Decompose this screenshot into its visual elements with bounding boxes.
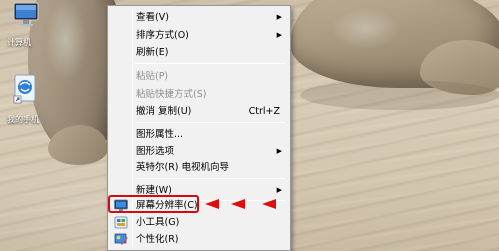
- personalize-icon: [114, 233, 128, 245]
- gadgets-icon: [114, 216, 128, 229]
- menu-item-personalize[interactable]: 个性化(R): [110, 231, 288, 248]
- pointer-arrow-icon: [205, 199, 219, 209]
- menu-item-personalize-label: 个性化(R): [136, 234, 179, 245]
- computer-icon: [13, 2, 39, 26]
- menu-item-paste-label: 粘贴(P): [136, 71, 169, 82]
- menu-item-sort[interactable]: 排序方式(O) ▶: [110, 27, 288, 44]
- highlight-box: [108, 195, 199, 213]
- menu-item-graphics-options-label: 图形选项: [136, 146, 175, 157]
- desktop-context-menu: 查看(V) ▶ 排序方式(O) ▶ 刷新(E) 粘贴(P) 粘贴快捷方式(S) …: [107, 5, 291, 251]
- menu-item-paste-shortcut-label: 粘贴快捷方式(S): [136, 89, 207, 100]
- menu-item-undo-copy-shortcut: Ctrl+Z: [248, 106, 280, 117]
- menu-item-graphics-properties[interactable]: 图形属性...: [110, 126, 288, 143]
- menu-separator: [135, 63, 286, 64]
- menu-item-gadgets[interactable]: 小工具(G): [110, 214, 288, 231]
- submenu-arrow-icon: ▶: [276, 13, 282, 21]
- menu-separator: [135, 178, 286, 179]
- menu-item-view[interactable]: 查看(V) ▶: [110, 9, 288, 26]
- menu-item-intel-tv-wizard-label: 英特尔(R) 电视机向导: [136, 162, 230, 173]
- menu-item-intel-tv-wizard[interactable]: 英特尔(R) 电视机向导: [110, 159, 288, 176]
- menu-item-paste: 粘贴(P): [110, 68, 288, 85]
- sand-shadow: [300, 80, 499, 110]
- menu-item-refresh[interactable]: 刷新(E): [110, 44, 288, 61]
- menu-separator: [135, 122, 286, 123]
- menu-item-gadgets-label: 小工具(G): [136, 217, 180, 228]
- menu-item-paste-shortcut: 粘贴快捷方式(S): [110, 86, 288, 103]
- rock-left-small: [48, 125, 108, 165]
- menu-item-view-label: 查看(V): [136, 12, 169, 23]
- desktop-icon-my-phone-label: 我的手机: [7, 115, 39, 124]
- submenu-arrow-icon: ▶: [276, 147, 282, 155]
- submenu-arrow-icon: ▶: [276, 31, 282, 39]
- menu-item-graphics-options[interactable]: 图形选项 ▶: [110, 143, 288, 160]
- pointer-arrow-icon: [262, 199, 276, 209]
- phone-icon: [13, 74, 36, 104]
- menu-item-undo-copy-label: 撤消 复制(U): [136, 106, 192, 117]
- menu-item-refresh-label: 刷新(E): [136, 47, 169, 58]
- desktop-icon-computer-label: 计算机: [7, 38, 31, 47]
- menu-item-sort-label: 排序方式(O): [136, 30, 189, 41]
- pointer-arrow-icon: [231, 199, 245, 209]
- menu-item-undo-copy[interactable]: 撤消 复制(U) Ctrl+Z: [110, 103, 288, 120]
- menu-item-graphics-properties-label: 图形属性...: [136, 129, 184, 140]
